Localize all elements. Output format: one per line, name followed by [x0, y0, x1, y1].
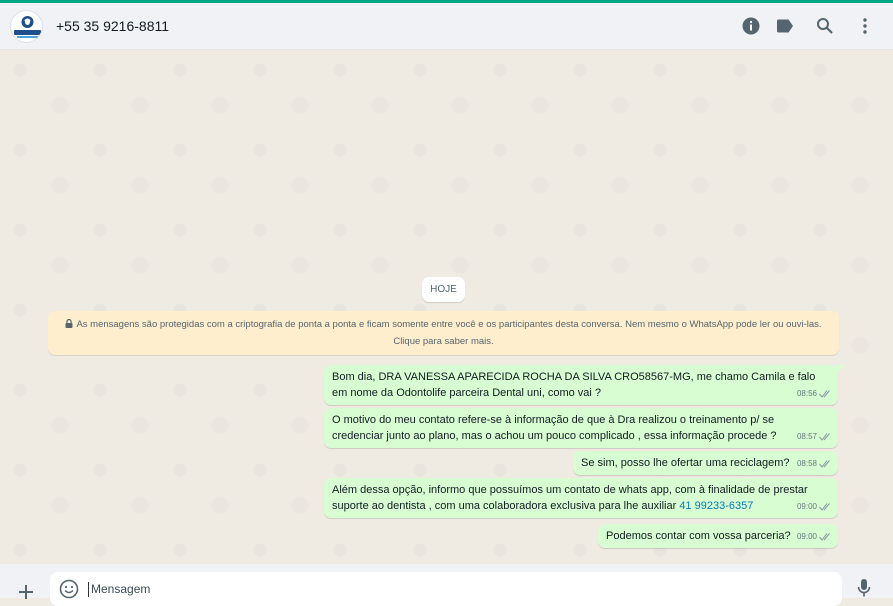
mic-icon[interactable]: [857, 578, 871, 603]
message-bubble[interactable]: O motivo do meu contato refere-se à info…: [324, 408, 838, 448]
chat-header: +55 35 9216-8811: [0, 3, 893, 50]
double-check-icon: [819, 460, 830, 468]
message-bubble[interactable]: Bom dia, DRA VANESSA APARECIDA ROCHA DA …: [324, 365, 845, 405]
encryption-notice[interactable]: As mensagens são protegidas com a cripto…: [48, 311, 839, 355]
dental-studio-logo: [14, 16, 41, 38]
lock-icon: [65, 318, 73, 334]
encryption-notice-text: As mensagens são protegidas com a cripto…: [76, 319, 822, 347]
message-time: 09:00: [796, 532, 817, 541]
emoji-icon[interactable]: [59, 579, 79, 604]
message-bubble[interactable]: Se sim, posso lhe ofertar uma reciclagem…: [573, 451, 838, 475]
message-input-placeholder: Mensagem: [88, 582, 150, 597]
menu-icon[interactable]: [854, 15, 876, 37]
double-check-icon: [819, 433, 830, 441]
avatar[interactable]: [10, 10, 43, 43]
info-icon[interactable]: [740, 15, 762, 37]
day-separator: HOJE: [422, 277, 465, 302]
contact-name[interactable]: +55 35 9216-8811: [56, 18, 169, 34]
message-text: Bom dia, DRA VANESSA APARECIDA ROCHA DA …: [332, 371, 816, 399]
search-icon[interactable]: [814, 15, 836, 37]
label-icon[interactable]: [774, 15, 796, 37]
message-text: Se sim, posso lhe ofertar uma reciclagem…: [581, 457, 790, 469]
message-time: 08:58: [796, 459, 817, 468]
chat-pane[interactable]: HOJE As mensagens são protegidas com a c…: [0, 50, 893, 564]
message-time: 09:00: [796, 502, 817, 511]
message-bubble[interactable]: Podemos contar com vossa parceria? 09:00: [598, 524, 838, 548]
double-check-icon: [819, 503, 830, 511]
plus-icon[interactable]: [18, 584, 34, 605]
message-text: O motivo do meu contato refere-se à info…: [332, 414, 777, 442]
double-check-icon: [819, 533, 830, 541]
phone-link[interactable]: 41 99233-6357: [679, 500, 753, 512]
message-time: 08:57: [796, 432, 817, 441]
message-text: Podemos contar com vossa parceria?: [606, 530, 791, 542]
double-check-icon: [819, 390, 830, 398]
message-input[interactable]: [50, 572, 842, 606]
message-time: 08:56: [796, 389, 817, 398]
message-bubble[interactable]: Além dessa opção, informo que possuímos …: [324, 478, 838, 518]
